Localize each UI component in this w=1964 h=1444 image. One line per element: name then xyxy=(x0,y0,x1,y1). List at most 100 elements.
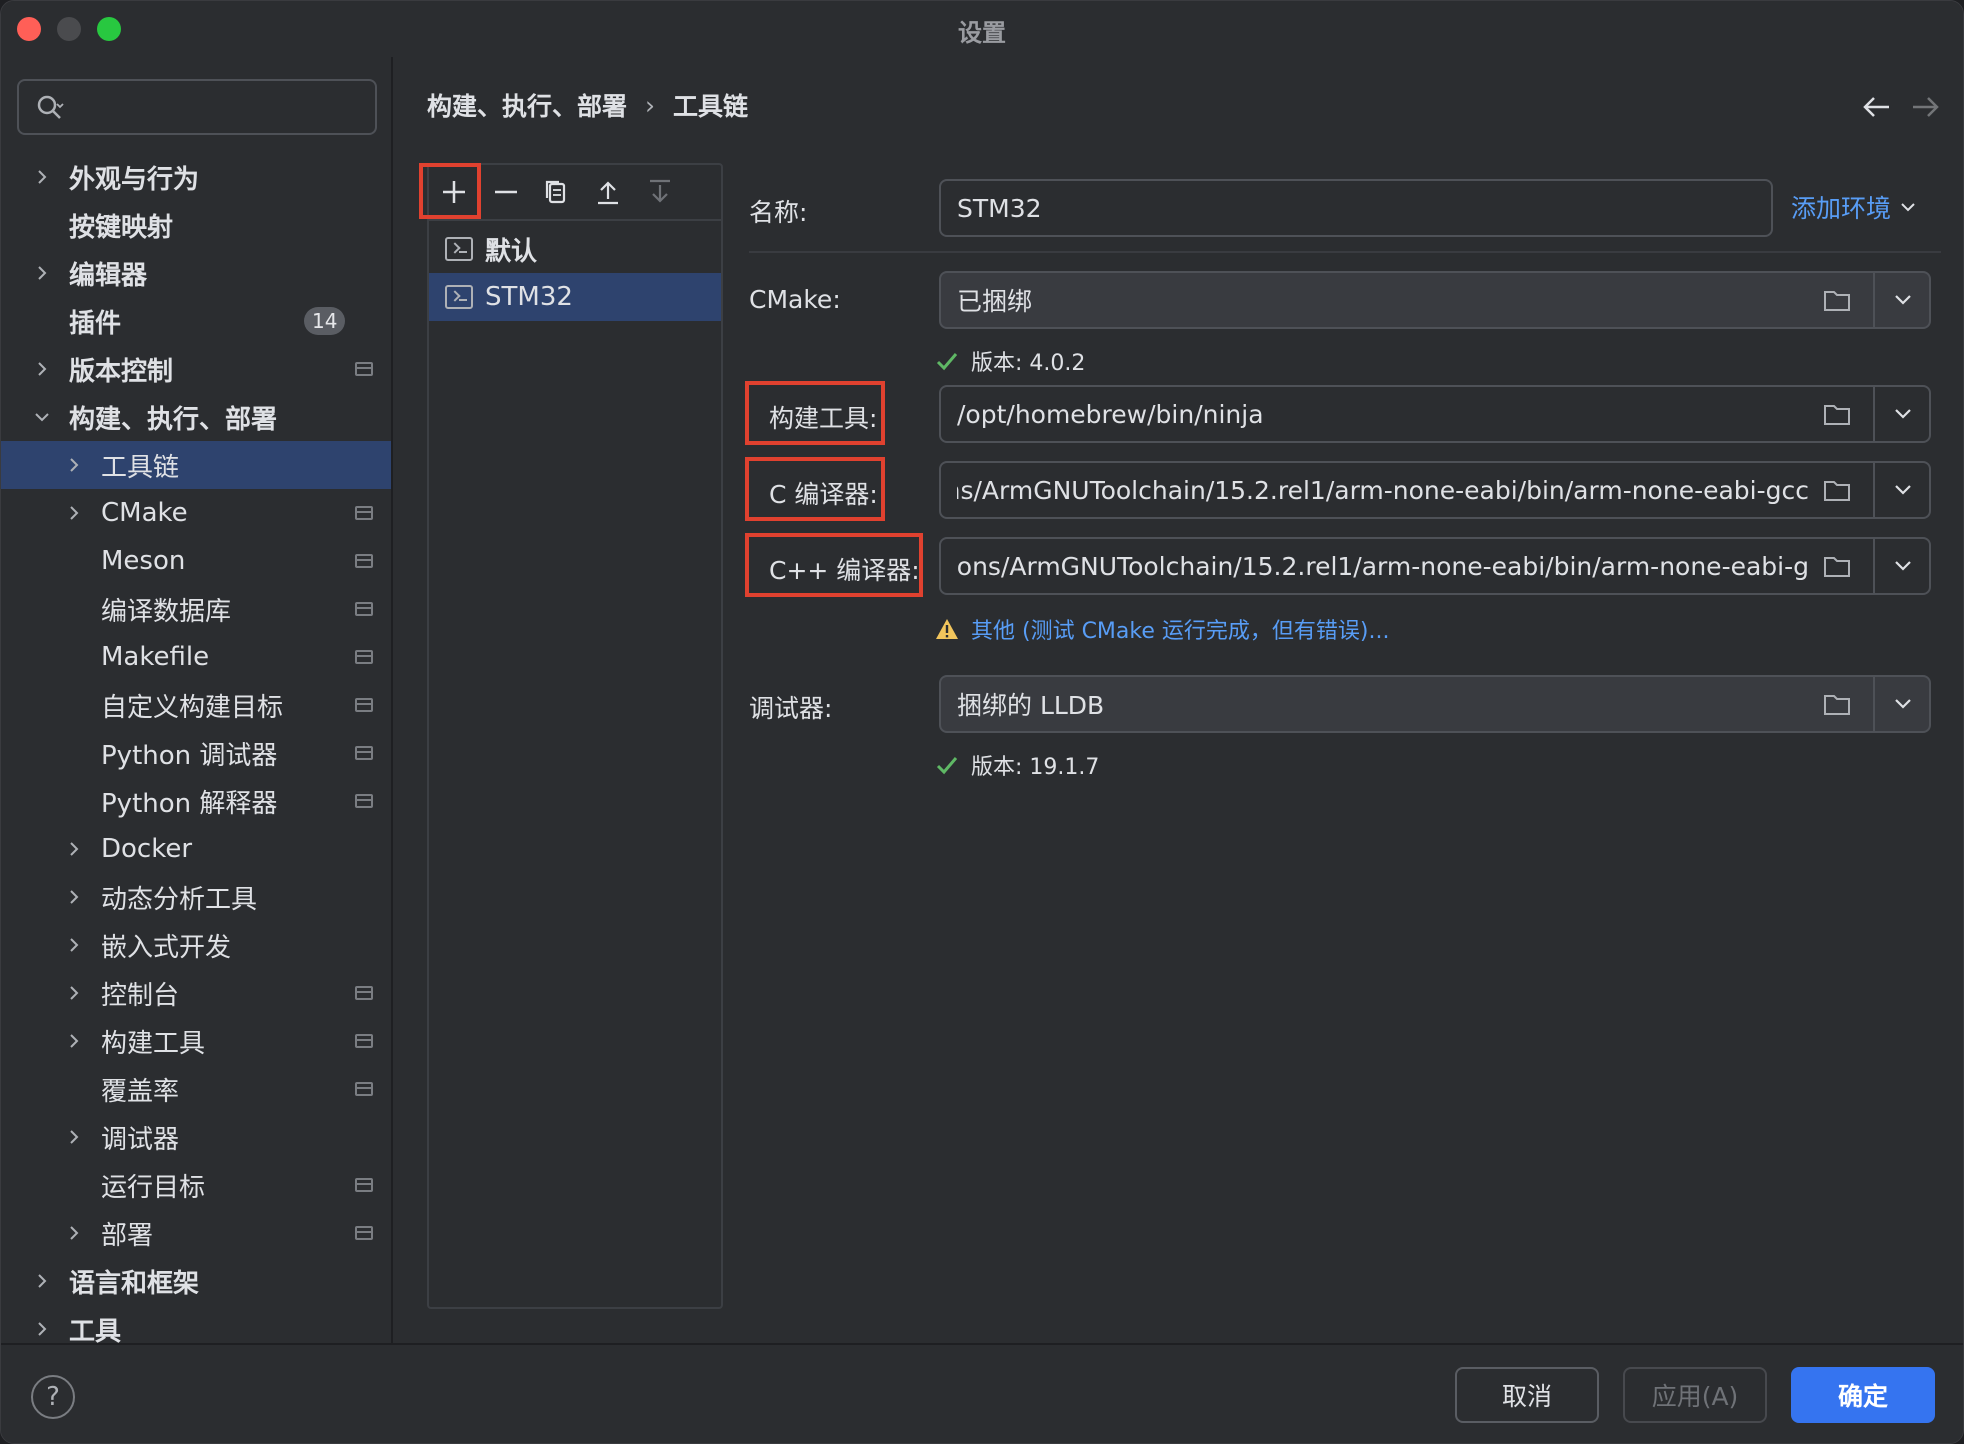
copy-toolchain-button[interactable] xyxy=(539,175,573,209)
chevron-right-icon[interactable] xyxy=(63,1030,85,1052)
cpp-compiler-field[interactable]: ons/ArmGNUToolchain/15.2.rel1/arm-none-e… xyxy=(939,537,1931,595)
terminal-icon xyxy=(445,237,473,261)
sidebar-item-label: 动态分析工具 xyxy=(101,884,258,915)
sidebar-item[interactable]: 工具 xyxy=(1,1305,391,1344)
chevron-right-icon[interactable] xyxy=(63,502,85,524)
sidebar-item[interactable]: Meson xyxy=(1,537,391,585)
debugger-version: 版本: 19.1.7 xyxy=(971,755,1100,780)
move-down-button[interactable] xyxy=(643,175,677,209)
help-button[interactable]: ? xyxy=(31,1375,75,1419)
sidebar-item[interactable]: 部署 xyxy=(1,1209,391,1257)
sidebar-item-label: 控制台 xyxy=(101,980,180,1011)
chevron-down-icon[interactable] xyxy=(1891,694,1915,714)
chevron-right-icon[interactable] xyxy=(63,1126,85,1148)
sidebar-item[interactable]: 按键映射 xyxy=(1,201,391,249)
sidebar-item-label: 工具 xyxy=(69,1316,122,1344)
name-field[interactable]: STM32 xyxy=(939,179,1773,237)
sidebar-item-label: Docker xyxy=(101,834,193,864)
project-settings-icon xyxy=(355,362,373,376)
chevron-down-icon xyxy=(1901,203,1915,212)
sidebar-item-label: 构建、执行、部署 xyxy=(69,404,278,435)
folder-icon[interactable] xyxy=(1823,288,1851,312)
debugger-field[interactable]: 捆绑的 LLDB xyxy=(939,675,1931,733)
chevron-right-icon[interactable] xyxy=(31,166,53,188)
sidebar-item[interactable]: Makefile xyxy=(1,633,391,681)
sidebar-item[interactable]: Python 调试器 xyxy=(1,729,391,777)
ok-button[interactable]: 确定 xyxy=(1791,1367,1935,1423)
sidebar-item[interactable]: 语言和框架 xyxy=(1,1257,391,1305)
chevron-right-icon[interactable] xyxy=(31,1270,53,1292)
sidebar-item[interactable]: 嵌入式开发 xyxy=(1,921,391,969)
chevron-down-icon[interactable] xyxy=(1891,480,1915,500)
back-arrow-icon[interactable] xyxy=(1861,93,1893,121)
project-settings-icon xyxy=(355,794,373,808)
sidebar-item[interactable]: 构建工具 xyxy=(1,1017,391,1065)
chevron-right-icon[interactable] xyxy=(63,1222,85,1244)
search-input[interactable] xyxy=(17,79,377,135)
chevron-right-icon[interactable] xyxy=(63,838,85,860)
sidebar-item[interactable]: 调试器 xyxy=(1,1113,391,1161)
sidebar-item[interactable]: 外观与行为 xyxy=(1,153,391,201)
chevron-right-icon[interactable] xyxy=(31,1318,53,1340)
chevron-right-icon[interactable] xyxy=(63,982,85,1004)
sidebar-item[interactable]: 覆盖率 xyxy=(1,1065,391,1113)
compiler-warning[interactable]: 其他 (测试 CMake 运行完成，但有错误)... xyxy=(935,613,1389,645)
chevron-right-icon[interactable] xyxy=(63,454,85,476)
count-badge: 14 xyxy=(304,307,346,335)
sidebar-item-label: 运行目标 xyxy=(101,1172,206,1203)
breadcrumb-parent[interactable]: 构建、执行、部署 xyxy=(427,87,627,123)
folder-icon[interactable] xyxy=(1823,402,1851,426)
toolchain-item-stm32[interactable]: STM32 xyxy=(429,273,721,321)
project-settings-icon xyxy=(355,1082,373,1096)
sidebar-item[interactable]: 工具链 xyxy=(1,441,391,489)
field-divider xyxy=(1873,677,1875,731)
sidebar-item[interactable]: 插件 14 xyxy=(1,297,391,345)
sidebar-item[interactable]: 编译数据库 xyxy=(1,585,391,633)
add-environment-link[interactable]: 添加环境 xyxy=(1791,189,1917,225)
sidebar-item[interactable]: 动态分析工具 xyxy=(1,873,391,921)
sidebar-item[interactable]: 自定义构建目标 xyxy=(1,681,391,729)
chevron-right-icon[interactable] xyxy=(63,934,85,956)
c-compiler-field[interactable]: ons/ArmGNUToolchain/15.2.rel1/arm-none-e… xyxy=(939,461,1931,519)
chevron-down-icon[interactable] xyxy=(1891,404,1915,424)
chevron-right-icon[interactable] xyxy=(63,886,85,908)
folder-icon[interactable] xyxy=(1823,478,1851,502)
chevron-down-icon[interactable] xyxy=(1891,556,1915,576)
chevron-right-icon[interactable] xyxy=(31,262,53,284)
sidebar-item[interactable]: 运行目标 xyxy=(1,1161,391,1209)
project-settings-icon xyxy=(355,1034,373,1048)
c-compiler-label: C 编译器: xyxy=(769,480,878,509)
project-settings-icon xyxy=(355,650,373,664)
apply-button[interactable]: 应用(A) xyxy=(1623,1367,1767,1423)
remove-toolchain-button[interactable] xyxy=(489,175,523,209)
sidebar-item[interactable]: CMake xyxy=(1,489,391,537)
folder-icon[interactable] xyxy=(1823,692,1851,716)
sidebar-item[interactable]: Python 解释器 xyxy=(1,777,391,825)
sidebar-item-label: Meson xyxy=(101,546,186,576)
toolchain-item-label: 默认 xyxy=(485,236,538,267)
cancel-button[interactable]: 取消 xyxy=(1455,1367,1599,1423)
move-up-button[interactable] xyxy=(591,175,625,209)
c-compiler-value: ons/ArmGNUToolchain/15.2.rel1/arm-none-e… xyxy=(957,475,1809,505)
sidebar-item-label: 编译数据库 xyxy=(101,596,232,627)
sidebar-item-label: Python 调试器 xyxy=(101,740,278,771)
chevron-down-icon[interactable] xyxy=(1891,290,1915,310)
toolchain-item-default[interactable]: 默认 xyxy=(429,225,721,273)
check-icon xyxy=(936,353,958,371)
debugger-value: 捆绑的 LLDB xyxy=(957,691,1105,720)
cmake-field[interactable]: 已捆绑 xyxy=(939,271,1931,329)
check-icon xyxy=(936,757,958,775)
chevron-right-icon[interactable] xyxy=(31,358,53,380)
sidebar-item[interactable]: Docker xyxy=(1,825,391,873)
sidebar-item[interactable]: 控制台 xyxy=(1,969,391,1017)
sidebar-item-label: CMake xyxy=(101,498,188,528)
sidebar-item[interactable]: 构建、执行、部署 xyxy=(1,393,391,441)
sidebar-item[interactable]: 版本控制 xyxy=(1,345,391,393)
sidebar-item-label: 覆盖率 xyxy=(101,1076,180,1107)
forward-arrow-icon[interactable] xyxy=(1909,93,1941,121)
folder-icon[interactable] xyxy=(1823,554,1851,578)
chevron-down-icon[interactable] xyxy=(31,406,53,428)
toolchain-item-label: STM32 xyxy=(485,282,573,312)
build-tool-field[interactable]: /opt/homebrew/bin/ninja xyxy=(939,385,1931,443)
sidebar-item[interactable]: 编辑器 xyxy=(1,249,391,297)
